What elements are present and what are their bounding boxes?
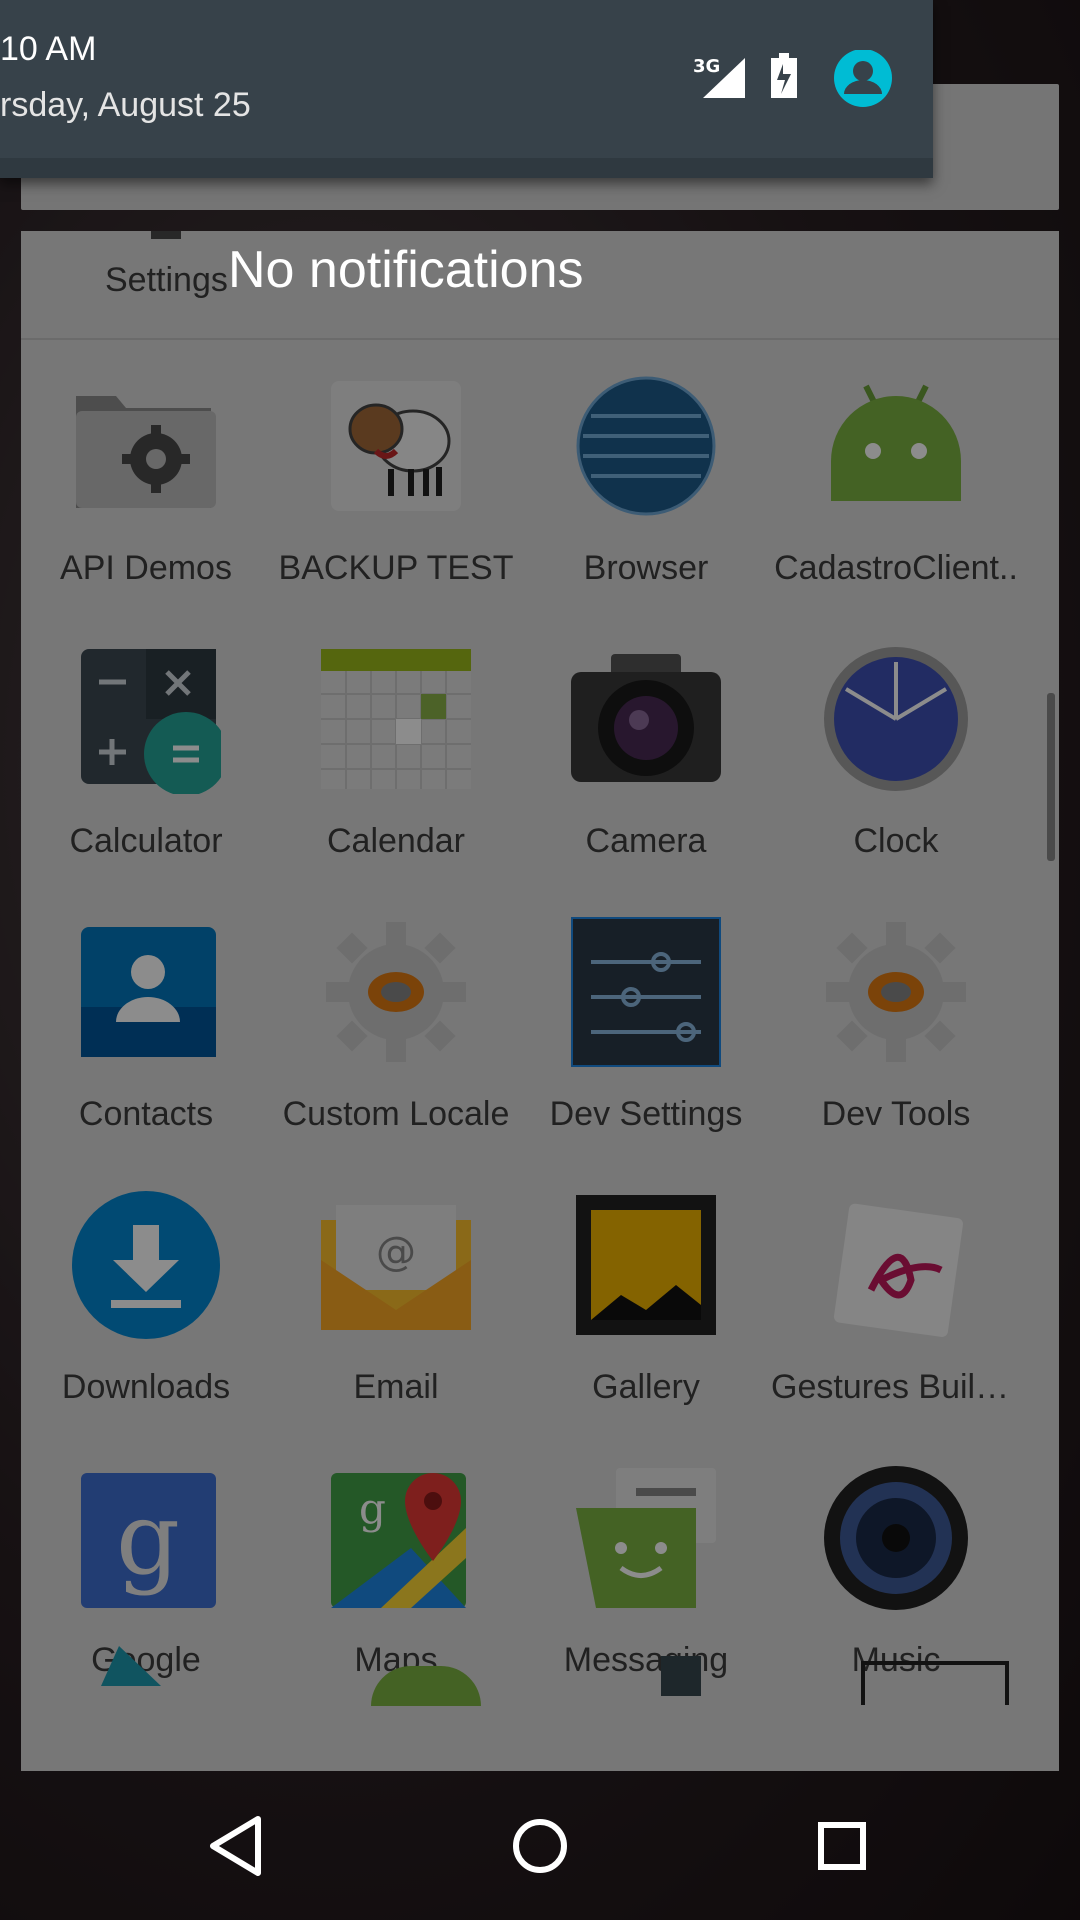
app-api-demos[interactable]: API Demos (21, 341, 271, 614)
battery-icon (771, 53, 797, 98)
google-icon: g (81, 1473, 216, 1608)
app-contacts[interactable]: Contacts (21, 887, 271, 1160)
app-calendar[interactable]: Calendar (271, 614, 521, 887)
calculator-icon (81, 649, 221, 794)
app-label: Dev Settings (549, 1095, 743, 1133)
app-label: Camera (585, 822, 707, 860)
home-button[interactable] (505, 1811, 575, 1881)
shade-divider (0, 158, 933, 178)
app-label: Clock (853, 822, 939, 860)
app-backup-test[interactable]: BACKUP TEST (271, 341, 521, 614)
messaging-icon (576, 1468, 716, 1608)
app-downloads[interactable]: Downloads (21, 1160, 271, 1433)
app-label: Calendar (327, 822, 465, 860)
app-gallery[interactable]: Gallery (521, 1160, 771, 1433)
partial-app-icon (661, 1656, 701, 1696)
app-gestures-builder[interactable]: Gestures Builder (771, 1160, 1021, 1433)
gear-icon (826, 922, 966, 1062)
app-dev-settings[interactable]: Dev Settings (521, 887, 771, 1160)
app-label: Downloads (61, 1368, 231, 1406)
drawer-scrollbar[interactable] (1047, 693, 1055, 861)
recents-button[interactable] (807, 1811, 877, 1881)
notification-shade-header[interactable]: 10 AM rsday, August 25 3G (0, 0, 933, 178)
maps-icon: g (331, 1473, 466, 1608)
date-label[interactable]: rsday, August 25 (0, 86, 251, 125)
app-camera[interactable]: Camera (521, 614, 771, 887)
app-label: Email (353, 1368, 439, 1406)
android-icon (831, 384, 961, 501)
gestures-icon (833, 1203, 963, 1337)
clock-icon (824, 647, 968, 791)
svg-text:g: g (359, 1484, 386, 1533)
contacts-icon (81, 927, 216, 1057)
signal-icon: 3G (693, 56, 745, 98)
navigation-bar (0, 1771, 1080, 1920)
gear-icon (326, 922, 466, 1062)
gallery-icon (576, 1195, 716, 1335)
app-email[interactable]: @ Email (271, 1160, 521, 1433)
app-drawer: Settings API Demos BACKUP TEST Browser C… (21, 231, 1059, 1771)
app-label: Calculator (69, 822, 223, 860)
back-button[interactable] (203, 1811, 273, 1881)
partial-app-icon (861, 1661, 1009, 1705)
globe-icon (576, 376, 716, 516)
app-google[interactable]: g Google (21, 1433, 271, 1706)
app-browser[interactable]: Browser (521, 341, 771, 614)
calendar-icon (321, 649, 471, 789)
svg-text:g: g (116, 1480, 180, 1597)
app-label: Dev Tools (821, 1095, 971, 1133)
app-label: BACKUP TEST (278, 549, 514, 587)
folder-gear-icon (76, 396, 216, 508)
sliders-icon (571, 917, 721, 1067)
app-label: Contacts (78, 1095, 214, 1133)
app-custom-locale[interactable]: Custom Locale (271, 887, 521, 1160)
avatar-icon (834, 50, 892, 107)
settings-icon (151, 231, 181, 239)
app-dev-tools[interactable]: Dev Tools (771, 887, 1021, 1160)
app-label: Gallery (592, 1368, 700, 1406)
app-label: CadastroClient.. (774, 549, 1018, 587)
status-icons: 3G (693, 50, 892, 107)
no-notifications-text: No notifications (228, 241, 584, 299)
app-label: Gestures Builder (771, 1368, 1021, 1406)
app-maps[interactable]: g Maps (271, 1433, 521, 1706)
app-label: Messaging (563, 1641, 729, 1679)
svg-text:@: @ (376, 1229, 416, 1275)
app-messaging[interactable]: Messaging (521, 1433, 771, 1706)
network-badge: 3G (693, 56, 720, 77)
app-label: API Demos (60, 549, 232, 587)
download-icon (72, 1191, 220, 1339)
app-label: Custom Locale (282, 1095, 510, 1133)
app-label: Browser (583, 549, 709, 587)
settings-label[interactable]: Settings (105, 261, 228, 300)
camera-icon (571, 654, 721, 782)
app-cadastro[interactable]: CadastroClient.. (771, 341, 1021, 614)
speaker-icon (824, 1466, 968, 1610)
clock-time[interactable]: 10 AM (0, 30, 96, 69)
sheep-icon (331, 381, 461, 511)
app-calculator[interactable]: Calculator (21, 614, 271, 887)
app-clock[interactable]: Clock (771, 614, 1021, 887)
email-icon: @ (321, 1205, 471, 1330)
